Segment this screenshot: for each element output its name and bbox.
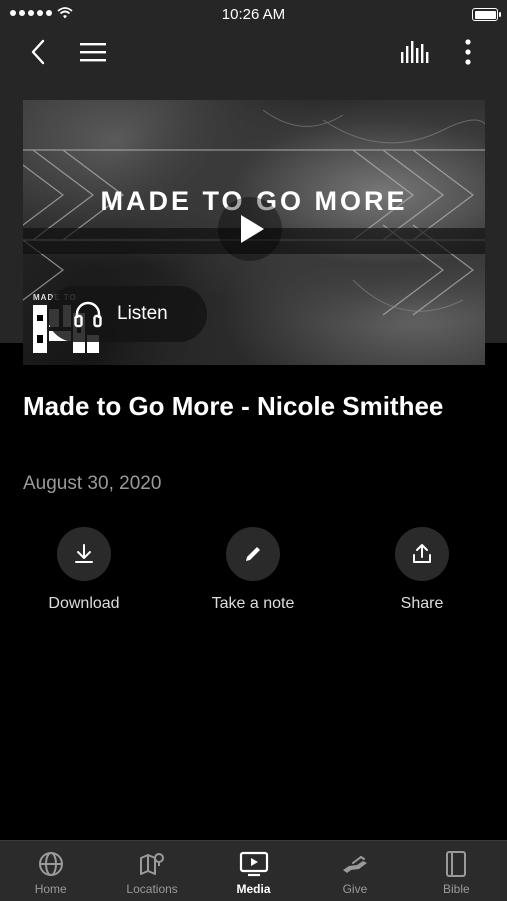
tab-home-label: Home bbox=[34, 882, 67, 896]
headphones-icon bbox=[74, 301, 102, 328]
download-button[interactable] bbox=[57, 527, 111, 581]
tab-home[interactable]: Home bbox=[0, 841, 101, 901]
hamburger-menu-icon[interactable] bbox=[79, 41, 107, 63]
battery-icon bbox=[472, 8, 501, 21]
listen-button[interactable]: Listen bbox=[47, 286, 207, 342]
share-icon bbox=[413, 544, 431, 563]
more-options-icon[interactable] bbox=[462, 38, 474, 66]
tab-give-label: Give bbox=[342, 882, 368, 896]
download-label: Download bbox=[48, 595, 120, 612]
book-icon bbox=[446, 851, 467, 877]
download-action[interactable]: Download bbox=[9, 527, 159, 613]
sermon-date: August 30, 2020 bbox=[23, 473, 162, 494]
globe-icon bbox=[38, 852, 63, 876]
back-chevron-icon[interactable] bbox=[28, 38, 48, 66]
take-note-button[interactable] bbox=[226, 527, 280, 581]
status-bar: 10:26 AM bbox=[0, 0, 507, 28]
tab-give[interactable]: Give bbox=[304, 841, 405, 901]
take-note-label: Take a note bbox=[211, 595, 295, 612]
tv-play-icon bbox=[239, 851, 268, 877]
status-time: 10:26 AM bbox=[221, 6, 286, 23]
play-button[interactable] bbox=[218, 197, 282, 261]
play-icon bbox=[241, 215, 264, 243]
tab-locations-label: Locations bbox=[126, 882, 178, 896]
tab-media[interactable]: Media bbox=[203, 841, 304, 901]
take-note-action[interactable]: Take a note bbox=[178, 527, 328, 613]
tab-bible-label: Bible bbox=[442, 882, 470, 896]
listen-label: Listen bbox=[117, 303, 168, 324]
download-icon bbox=[75, 544, 93, 563]
sermon-title: Made to Go More - Nicole Smithee bbox=[23, 391, 444, 421]
share-label: Share bbox=[400, 595, 444, 612]
tab-bible[interactable]: Bible bbox=[406, 841, 507, 901]
share-button[interactable] bbox=[395, 527, 449, 581]
hand-give-icon bbox=[342, 855, 367, 873]
pencil-icon bbox=[246, 547, 260, 561]
audio-levels-icon[interactable] bbox=[400, 40, 430, 64]
tab-media-label: Media bbox=[236, 882, 271, 896]
share-action[interactable]: Share bbox=[347, 527, 497, 613]
map-pin-icon bbox=[140, 853, 165, 875]
tab-bar: Home Locations Media Give Bible bbox=[0, 840, 507, 901]
tab-locations[interactable]: Locations bbox=[101, 841, 202, 901]
